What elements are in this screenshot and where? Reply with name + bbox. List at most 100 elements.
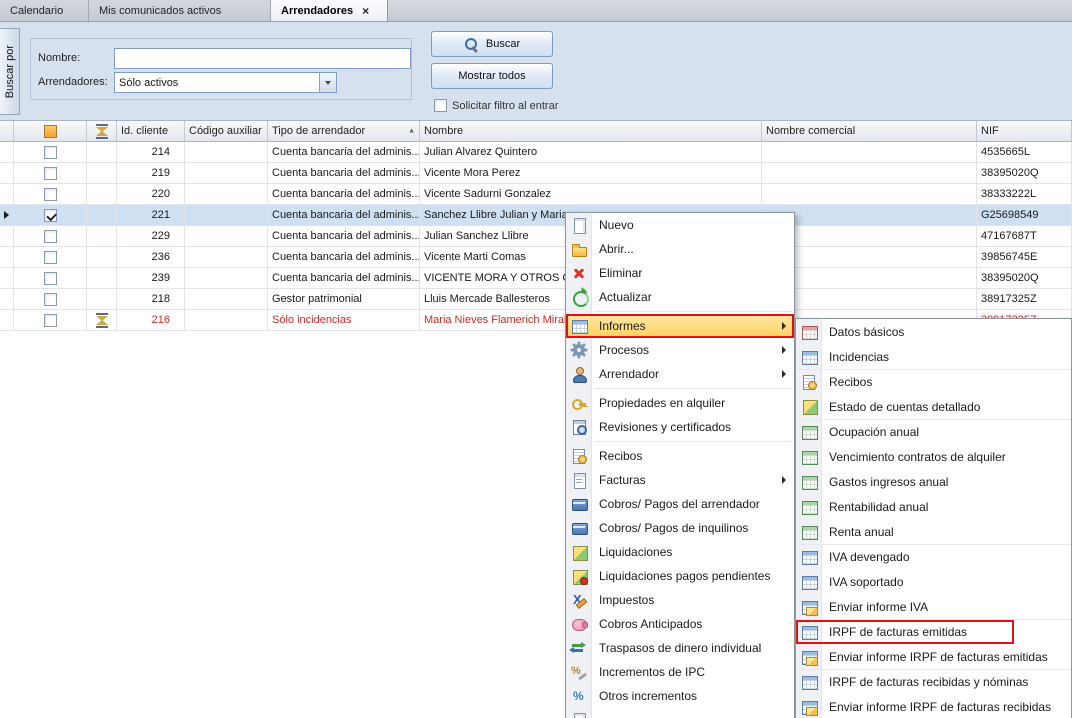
menu-item-informes[interactable]: Informes: [566, 314, 794, 338]
menu-item-procesos[interactable]: Procesos: [566, 338, 794, 362]
name-input[interactable]: [114, 48, 411, 69]
submenu-item-incidencias[interactable]: Incidencias: [796, 344, 1071, 369]
row-checkbox-cell[interactable]: [14, 184, 87, 205]
checkbox-icon[interactable]: [44, 314, 57, 327]
menu-item-nuevo[interactable]: Nuevo: [566, 213, 794, 237]
menu-item-label: Liquidaciones pagos pendientes: [599, 569, 770, 583]
row-checkbox-cell[interactable]: [14, 310, 87, 331]
submenu-item-irpf-recibidas-nominas[interactable]: IRPF de facturas recibidas y nóminas: [796, 669, 1071, 694]
cell-id: 236: [117, 247, 185, 268]
submenu-item-estado-cuentas[interactable]: Estado de cuentas detallado: [796, 394, 1071, 419]
menu-item-cobros-pagos-arrendador[interactable]: Cobros/ Pagos del arrendador: [566, 492, 794, 516]
send-report-icon: [801, 699, 817, 715]
header-nombre[interactable]: Nombre: [420, 121, 762, 142]
menu-item-impuestos[interactable]: Impuestos: [566, 588, 794, 612]
menu-item-abrir[interactable]: Abrir...: [566, 237, 794, 261]
menu-item-label: Renta anual: [829, 525, 894, 539]
submenu-arrow-icon: [782, 346, 786, 354]
submenu-item-datos-basicos[interactable]: Datos básicos: [796, 319, 1071, 344]
submenu-item-enviar-irpf-emitidas[interactable]: Enviar informe IRPF de facturas emitidas: [796, 644, 1071, 669]
header-id-cliente[interactable]: Id. cliente: [117, 121, 185, 142]
submenu-item-iva-soportado[interactable]: IVA soportado: [796, 569, 1071, 594]
menu-item-recibos[interactable]: Recibos: [566, 444, 794, 468]
menu-item-propiedades-en-alquiler[interactable]: Propiedades en alquiler: [566, 391, 794, 415]
cell-aux: [185, 163, 268, 184]
checkbox-icon[interactable]: [44, 293, 57, 306]
row-checkbox-cell[interactable]: [14, 247, 87, 268]
row-checkbox-cell[interactable]: [14, 142, 87, 163]
table-row[interactable]: 219 Cuenta bancaria del adminis... Vicen…: [0, 163, 1072, 184]
send-report-icon: [801, 649, 817, 665]
payments-icon: [571, 520, 587, 536]
table-row[interactable]: 239 Cuenta bancaria del adminis... VICEN…: [0, 268, 1072, 289]
checkbox-icon[interactable]: [434, 99, 447, 112]
submenu-item-iva-devengado[interactable]: IVA devengado: [796, 544, 1071, 569]
table-row[interactable]: 218 Gestor patrimonial Lluis Mercade Bal…: [0, 289, 1072, 310]
solicitar-filtro-checkbox[interactable]: Solicitar filtro al entrar: [434, 99, 558, 112]
tab-arrendadores[interactable]: Arrendadores ×: [271, 0, 388, 21]
submenu-item-irpf-facturas-emitidas[interactable]: IRPF de facturas emitidas: [796, 619, 1071, 644]
row-checkbox-cell[interactable]: [14, 268, 87, 289]
row-checkbox-cell[interactable]: [14, 226, 87, 247]
table-row[interactable]: 236 Cuenta bancaria del adminis... Vicen…: [0, 247, 1072, 268]
checkbox-icon[interactable]: [44, 167, 57, 180]
submenu-item-gastos-ingresos[interactable]: Gastos ingresos anual: [796, 469, 1071, 494]
submenu-item-recibos[interactable]: Recibos: [796, 369, 1071, 394]
buscar-button[interactable]: Buscar: [431, 31, 553, 57]
header-tipo-arrendador[interactable]: Tipo de arrendador ▲: [268, 121, 420, 142]
row-checkbox-cell[interactable]: [14, 163, 87, 184]
table-row[interactable]: 220 Cuenta bancaria del adminis... Vicen…: [0, 184, 1072, 205]
header-select-all[interactable]: [14, 121, 87, 142]
submenu-item-vencimiento-contratos[interactable]: Vencimiento contratos de alquiler: [796, 444, 1071, 469]
filter-panel-vertical-tab[interactable]: Buscar por: [0, 28, 20, 115]
checkbox-checked-icon[interactable]: [44, 209, 57, 222]
report-table-icon: [801, 449, 817, 465]
checkbox-icon[interactable]: [44, 251, 57, 264]
checkbox-icon[interactable]: [44, 146, 57, 159]
menu-item-incrementos-ipc[interactable]: Incrementos de IPC: [566, 660, 794, 684]
menu-item-revisiones-y-certificados[interactable]: Revisiones y certificados: [566, 415, 794, 439]
menu-item-arrendador[interactable]: Arrendador: [566, 362, 794, 386]
menu-item-otros-incrementos[interactable]: Otros incrementos: [566, 684, 794, 708]
header-incidents[interactable]: [87, 121, 117, 142]
row-checkbox-cell[interactable]: [14, 289, 87, 310]
tab-calendario[interactable]: Calendario: [0, 0, 89, 21]
report-table-icon: [801, 324, 817, 340]
menu-item-traspasos-dinero[interactable]: Traspasos de dinero individual: [566, 636, 794, 660]
table-row[interactable]: 229 Cuenta bancaria del adminis... Julia…: [0, 226, 1072, 247]
cell-aux: [185, 247, 268, 268]
checkbox-icon[interactable]: [44, 272, 57, 285]
menu-item-label: Incrementos de IPC: [599, 665, 705, 679]
checkbox-icon[interactable]: [44, 230, 57, 243]
arrendadores-select[interactable]: Sólo activos: [114, 72, 337, 93]
header-nombre-comercial[interactable]: Nombre comercial: [762, 121, 977, 142]
report-table-icon: [801, 424, 817, 440]
header-codigo-auxiliar[interactable]: Código auxiliar: [185, 121, 268, 142]
select-all-checkbox-icon[interactable]: [44, 125, 57, 138]
submenu-item-enviar-irpf-recibidas[interactable]: Enviar informe IRPF de facturas recibida…: [796, 694, 1071, 718]
person-icon: [571, 366, 587, 382]
submenu-item-enviar-informe-iva[interactable]: Enviar informe IVA: [796, 594, 1071, 619]
table-row[interactable]: 214 Cuenta bancaria del adminis... Julia…: [0, 142, 1072, 163]
checkbox-icon[interactable]: [44, 188, 57, 201]
submenu-item-rentabilidad-anual[interactable]: Rentabilidad anual: [796, 494, 1071, 519]
chevron-down-icon[interactable]: [319, 73, 336, 92]
menu-item-liquidaciones-pendientes[interactable]: Liquidaciones pagos pendientes: [566, 564, 794, 588]
menu-item-actualizar[interactable]: Actualizar: [566, 285, 794, 309]
header-nif[interactable]: NIF: [977, 121, 1072, 142]
close-icon[interactable]: ×: [362, 5, 369, 17]
cell-tipo: Cuenta bancaria del adminis...: [268, 205, 420, 226]
cell-id: 220: [117, 184, 185, 205]
row-checkbox-cell[interactable]: [14, 205, 87, 226]
menu-item-partial[interactable]: [566, 708, 794, 718]
submenu-item-renta-anual[interactable]: Renta anual: [796, 519, 1071, 544]
menu-item-eliminar[interactable]: Eliminar: [566, 261, 794, 285]
table-row-selected[interactable]: 221 Cuenta bancaria del adminis... Sanch…: [0, 205, 1072, 226]
menu-item-cobros-pagos-inquilinos[interactable]: Cobros/ Pagos de inquilinos: [566, 516, 794, 540]
mostrar-todos-button[interactable]: Mostrar todos: [431, 63, 553, 89]
menu-item-liquidaciones[interactable]: Liquidaciones: [566, 540, 794, 564]
submenu-item-ocupacion-anual[interactable]: Ocupación anual: [796, 419, 1071, 444]
menu-item-cobros-anticipados[interactable]: Cobros Anticipados: [566, 612, 794, 636]
menu-item-facturas[interactable]: Facturas: [566, 468, 794, 492]
tab-mis-comunicados-activos[interactable]: Mis comunicados activos: [89, 0, 271, 21]
